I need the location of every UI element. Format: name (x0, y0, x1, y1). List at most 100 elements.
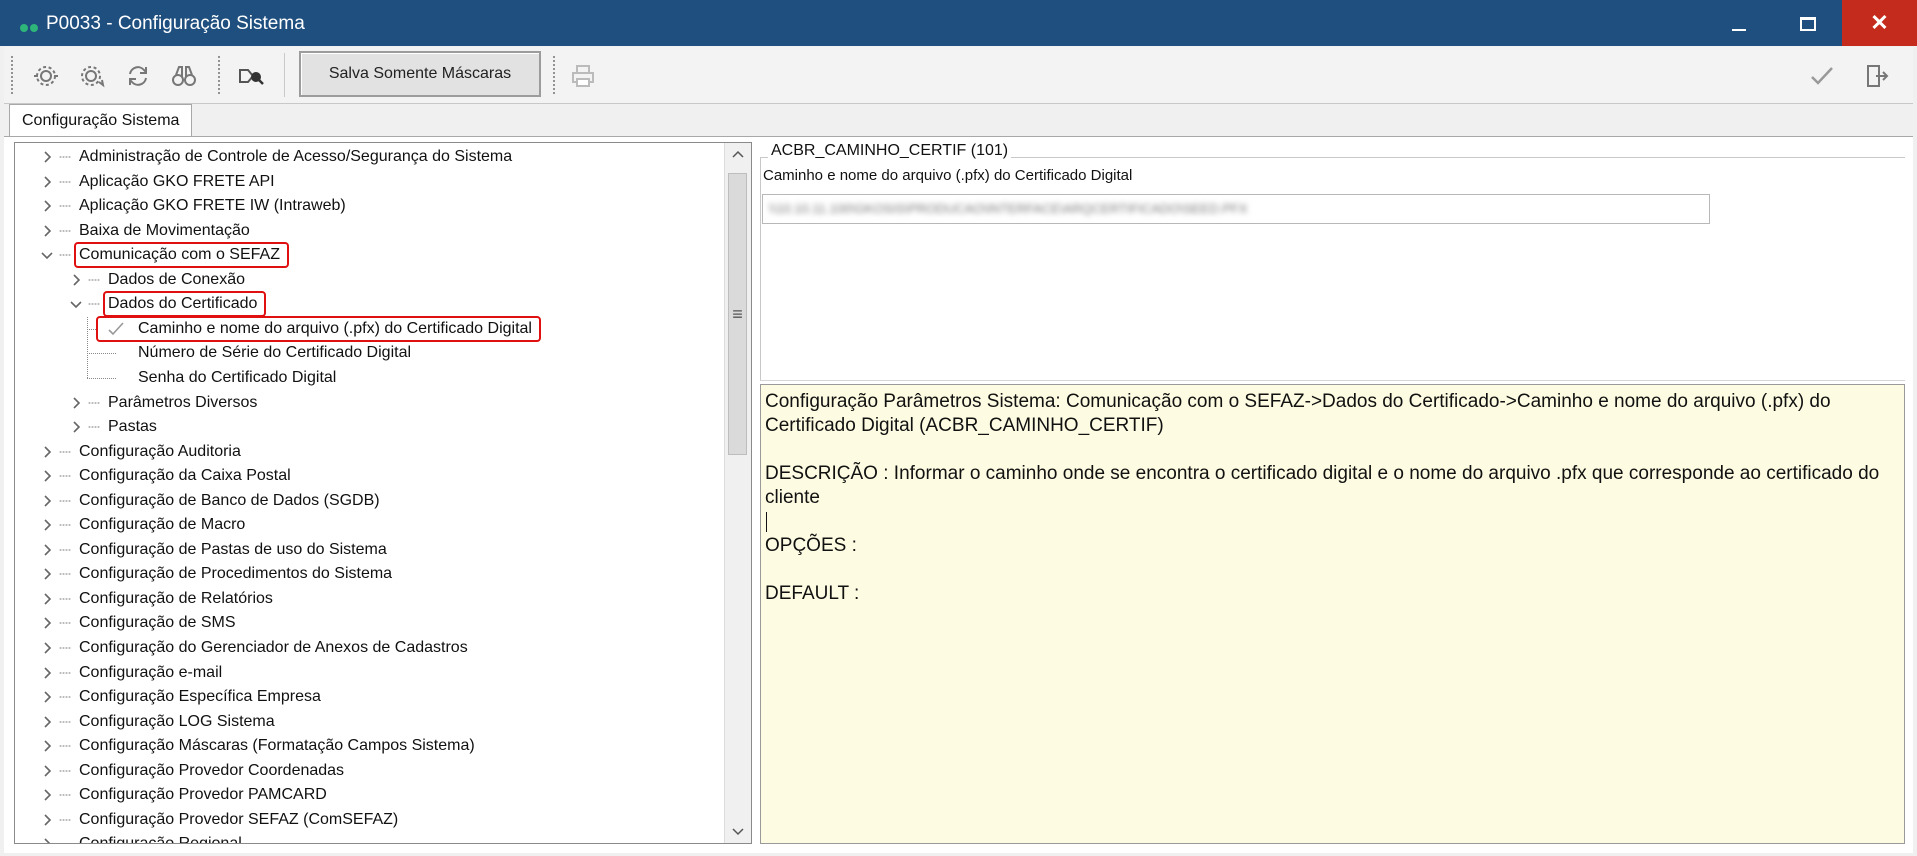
parameter-value-text: \\10.10.11.100\GKOSIS\PRODUCAO\INTERFACE… (769, 201, 1248, 216)
tree-node[interactable]: Configuração de Banco de Dados (SGDB) (15, 489, 715, 513)
chevron-right-icon[interactable] (37, 513, 57, 537)
tree-node[interactable]: Dados de Conexão (15, 268, 715, 292)
chevron-right-icon[interactable] (37, 661, 57, 685)
tree-node[interactable]: Comunicação com o SEFAZ (15, 242, 715, 269)
tree-node[interactable]: Configuração de Pastas de uso do Sistema (15, 538, 715, 562)
tree-node[interactable]: Baixa de Movimentação (15, 219, 715, 243)
chevron-right-icon[interactable] (37, 440, 57, 464)
print-button[interactable] (568, 61, 598, 91)
chevron-right-icon[interactable] (37, 587, 57, 611)
tree-node[interactable]: Configuração Auditoria (15, 440, 715, 464)
toolbar-grip[interactable] (217, 55, 221, 95)
close-button[interactable]: ✕ (1842, 0, 1917, 46)
tree-node[interactable]: Configuração Provedor PAMCARD (15, 783, 715, 807)
config-tree[interactable]: Administração de Controle de Acesso/Segu… (15, 143, 725, 843)
tree-node[interactable]: Configuração Provedor Coordenadas (15, 759, 715, 783)
chevron-right-icon[interactable] (37, 538, 57, 562)
toolbar-separator (284, 53, 285, 97)
chevron-right-icon[interactable] (37, 685, 57, 709)
chevron-right-icon[interactable] (37, 759, 57, 783)
tree-node[interactable]: Configuração de Relatórios (15, 587, 715, 611)
tree-node-label: Configuração de Procedimentos do Sistema (79, 565, 393, 583)
toolbar-grip[interactable] (10, 55, 14, 95)
save-masks-button[interactable]: Salva Somente Máscaras (299, 51, 541, 97)
annotation-highlight (74, 242, 289, 269)
tree-node-label: Configuração de Pastas de uso do Sistema (79, 540, 387, 558)
chevron-right-icon[interactable] (66, 268, 86, 292)
gear-settings-icon (34, 66, 58, 86)
tree-connector (87, 377, 117, 379)
grip-lines-icon: ≡ (732, 303, 743, 324)
chevron-right-icon[interactable] (37, 734, 57, 758)
tree-node-label: Pastas (108, 418, 157, 436)
help-line-default: DEFAULT : (765, 583, 860, 604)
printer-icon (572, 65, 594, 87)
chevron-right-icon[interactable] (37, 636, 57, 660)
tree-node[interactable]: Configuração do Gerenciador de Anexos de… (15, 636, 715, 660)
chevron-right-icon[interactable] (37, 145, 57, 169)
tree-node[interactable]: Senha do Certificado Digital (15, 366, 715, 390)
toolbar-grip[interactable] (552, 55, 556, 95)
tree-node[interactable]: Pastas (15, 415, 715, 439)
tree-node[interactable]: Parâmetros Diversos (15, 391, 715, 415)
tree-node[interactable]: Configuração LOG Sistema (15, 710, 715, 734)
chevron-right-icon[interactable] (37, 783, 57, 807)
tree-node-label: Configuração de Relatórios (79, 589, 273, 607)
tree-node[interactable]: Configuração Específica Empresa (15, 685, 715, 709)
chevron-right-icon[interactable] (37, 562, 57, 586)
tree-node[interactable]: Configuração de Macro (15, 513, 715, 537)
chevron-right-icon[interactable] (37, 710, 57, 734)
tree-node[interactable]: Dados do Certificado (15, 291, 715, 318)
search-binoculars-button[interactable] (169, 61, 199, 91)
tree-node[interactable]: Configuração da Caixa Postal (15, 464, 715, 488)
binoculars-icon (172, 66, 196, 86)
tree-node[interactable]: Caminho e nome do arquivo (.pfx) do Cert… (15, 315, 715, 342)
gear-settings-button[interactable] (31, 61, 61, 91)
gear-refresh-button[interactable] (77, 61, 107, 91)
chevron-right-icon[interactable] (37, 611, 57, 635)
refresh-button[interactable] (123, 61, 153, 91)
chevron-down-icon[interactable] (66, 292, 86, 316)
tree-scrollbar[interactable]: ≡ (724, 143, 751, 843)
chevron-right-icon[interactable] (37, 194, 57, 218)
tree-connector (59, 745, 71, 748)
tree-connector (87, 316, 88, 379)
tree-node[interactable]: Configuração de SMS (15, 611, 715, 635)
chevron-right-icon[interactable] (66, 391, 86, 415)
chevron-right-icon[interactable] (37, 170, 57, 194)
tree-node[interactable]: Configuração Máscaras (Formatação Campos… (15, 734, 715, 758)
tree-node[interactable]: Configuração Provedor SEFAZ (ComSEFAZ) (15, 808, 715, 832)
panel-splitter[interactable] (760, 380, 1905, 381)
minimize-button[interactable] (1704, 0, 1774, 46)
tag-search-button[interactable] (236, 61, 266, 91)
tree-node-label: Parâmetros Diversos (108, 393, 258, 411)
help-panel[interactable]: Configuração Parâmetros Sistema: Comunic… (760, 384, 1905, 844)
tree-node[interactable]: Configuração de Procedimentos do Sistema (15, 562, 715, 586)
scroll-thumb[interactable]: ≡ (728, 173, 747, 455)
tree-node[interactable]: Número de Série do Certificado Digital (15, 341, 715, 365)
tree-node[interactable]: Configuração e-mail (15, 661, 715, 685)
chevron-right-icon[interactable] (37, 832, 57, 843)
help-line-description: DESCRIÇÃO : Informar o caminho onde se e… (765, 463, 1880, 508)
scroll-up-button[interactable] (725, 143, 751, 167)
chevron-right-icon[interactable] (37, 219, 57, 243)
help-line-path: Configuração Parâmetros Sistema: Comunic… (765, 391, 1831, 436)
chevron-right-icon[interactable] (37, 489, 57, 513)
tree-node[interactable]: Aplicação GKO FRETE API (15, 170, 715, 194)
exit-button[interactable] (1861, 61, 1891, 91)
tree-node[interactable]: Administração de Controle de Acesso/Segu… (15, 145, 715, 169)
exit-icon (1867, 65, 1889, 87)
scroll-down-button[interactable] (725, 819, 751, 843)
confirm-button[interactable] (1807, 61, 1837, 91)
tree-node[interactable]: Aplicação GKO FRETE IW (Intraweb) (15, 194, 715, 218)
parameter-value-input[interactable]: \\10.10.11.100\GKOSIS\PRODUCAO\INTERFACE… (762, 194, 1710, 224)
chevron-right-icon[interactable] (37, 808, 57, 832)
maximize-button[interactable] (1773, 0, 1843, 46)
tree-node[interactable]: Configuração Regional (15, 832, 715, 843)
chevron-right-icon[interactable] (66, 415, 86, 439)
tab-configuracao-sistema[interactable]: Configuração Sistema (9, 104, 193, 137)
title-bar[interactable]: P0033 - Configuração Sistema ✕ (0, 0, 1917, 46)
tree-connector (59, 573, 71, 576)
chevron-down-icon[interactable] (37, 243, 57, 267)
chevron-right-icon[interactable] (37, 464, 57, 488)
